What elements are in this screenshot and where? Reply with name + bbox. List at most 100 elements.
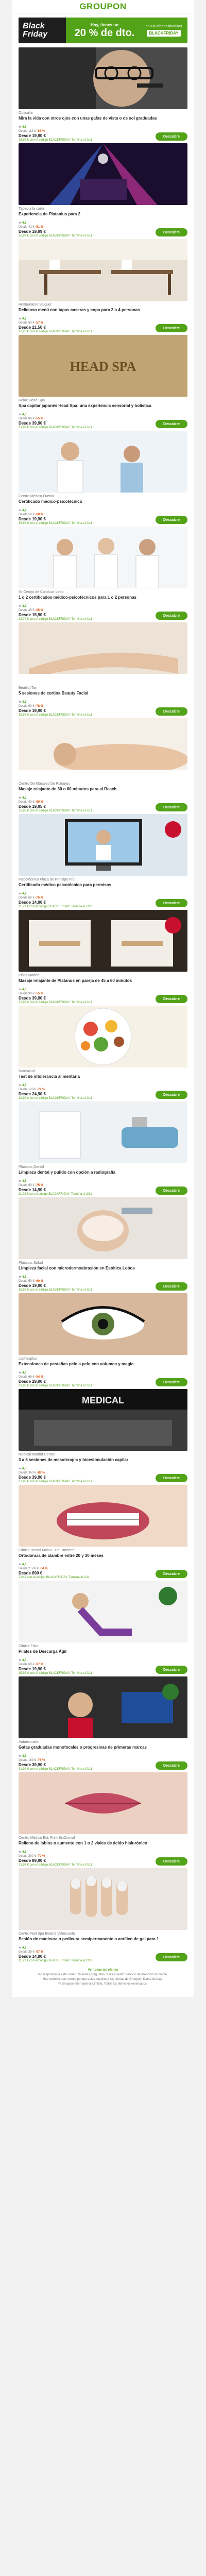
- deal-image[interactable]: [19, 527, 187, 588]
- deal-title[interactable]: Relleno de labios o aumento con 1 o 2 vi…: [19, 1841, 187, 1850]
- deal-title[interactable]: Pilates de Descarga Ágil: [19, 1649, 187, 1658]
- deal-card[interactable]: Mi Centro de Conducir Ledo 1 o 2 certifi…: [12, 527, 194, 622]
- deal-card[interactable]: Centro Nail Spa Beatriz Valenzuela Sesió…: [12, 1868, 194, 1964]
- deal-card[interactable]: Lashesplus Extensiones de pestañas pelo …: [12, 1293, 194, 1389]
- deal-title[interactable]: 1 o 2 certificados médico-psicotécnicos …: [19, 595, 187, 604]
- deal-image[interactable]: [19, 910, 187, 972]
- deal-title[interactable]: Certificado médico psicotécnico para per…: [19, 883, 187, 892]
- discover-button[interactable]: Descubre: [156, 420, 187, 428]
- deal-title[interactable]: Mira la vida con otros ojos con unas gaf…: [19, 116, 187, 125]
- discover-button[interactable]: Descubre: [156, 803, 187, 811]
- deal-title[interactable]: Limpieza dental y pulido con opción a ra…: [19, 1170, 187, 1179]
- deal-card[interactable]: Beatiful Tan 5 sesiones de cortina Beaut…: [12, 622, 194, 718]
- deal-card[interactable]: Platanus Dental Limpieza dental y pulido…: [12, 1101, 194, 1197]
- deal-bottom-row: ★ 4,5 Desde 60 € -75 % Desde 14,90 € 11,…: [19, 1179, 187, 1196]
- deal-image[interactable]: [19, 1006, 187, 1067]
- footer-unsubscribe-note[interactable]: Has recibido este correo porque estás su…: [19, 1977, 187, 1982]
- deal-image[interactable]: [19, 814, 187, 876]
- deal-title[interactable]: Ortodoncia de alambre entre 20 y 30 mese…: [19, 1553, 187, 1563]
- deal-rating-line: ★ 4,6: [19, 796, 27, 800]
- deal-card[interactable]: Tapeo a la carta Experiencia de Plataniu…: [12, 143, 194, 239]
- deal-image[interactable]: [19, 431, 187, 493]
- deal-title[interactable]: Delicioso menú con tapas caseras y copa …: [19, 308, 187, 317]
- deal-original-price: Desde 89 €: [19, 417, 35, 420]
- groupon-logo[interactable]: GROUPON: [79, 2, 126, 12]
- deal-rating: 4,6: [22, 701, 27, 704]
- deal-title[interactable]: 3 a 6 sesiones de mesoterapia y bioestim…: [19, 1458, 187, 1467]
- discover-button[interactable]: Descubre: [156, 228, 187, 236]
- deal-card[interactable]: Centro De Masajes De Platanus Masaje rel…: [12, 718, 194, 814]
- deal-card[interactable]: Centro Médico Fuenla Certificado médico-…: [12, 431, 194, 527]
- discover-button[interactable]: Descubre: [156, 1570, 187, 1578]
- footer-all-deals-link[interactable]: Ver todas las ofertas: [19, 1968, 187, 1973]
- deal-image[interactable]: [19, 47, 187, 109]
- deal-info: Nutrisalud Test de intolerancia alimenta…: [19, 1067, 187, 1101]
- deal-title[interactable]: Masaje relajante de 30 o 60 minutos para…: [19, 787, 187, 796]
- deal-title[interactable]: Certificado médico-psicotécnico: [19, 499, 187, 509]
- deal-image[interactable]: MEDICAL: [19, 1389, 187, 1451]
- discover-button[interactable]: Descubre: [156, 132, 187, 141]
- deal-title[interactable]: 5 sesiones de cortina Beauty Facial: [19, 691, 187, 700]
- deal-card[interactable]: Platanus Salud Limpieza facial con micro…: [12, 1197, 194, 1293]
- deal-info: Centro De Masajes De Platanus Masaje rel…: [19, 780, 187, 814]
- deal-image[interactable]: [19, 622, 187, 684]
- deal-card[interactable]: Restaurante Salguer Delicioso menú con t…: [12, 239, 194, 335]
- deal-image[interactable]: [19, 239, 187, 301]
- deal-original-price: Desde 90 €: [19, 992, 35, 995]
- deal-image[interactable]: [19, 143, 187, 205]
- deal-image[interactable]: [19, 1868, 187, 1930]
- deal-title[interactable]: Extensiones de pestañas pelo a pelo con …: [19, 1362, 187, 1371]
- deal-image[interactable]: [19, 1676, 187, 1738]
- discover-button[interactable]: Descubre: [156, 1378, 187, 1386]
- deal-image[interactable]: [19, 1581, 187, 1642]
- deal-card[interactable]: Opticalia Mira la vida con otros ojos co…: [12, 47, 194, 143]
- deal-image[interactable]: [19, 1772, 187, 1834]
- deal-card[interactable]: Clínica Fisio Pilates de Descarga Ágil ★…: [12, 1581, 194, 1676]
- deal-card[interactable]: Pisos Madrid Masaje relajante de Platanu…: [12, 910, 194, 1006]
- deal-title[interactable]: Limpieza facial con microdermoabrasión e…: [19, 1266, 187, 1275]
- deal-image[interactable]: [19, 1293, 187, 1355]
- discover-button[interactable]: Descubre: [156, 516, 187, 524]
- discover-button[interactable]: Descubre: [156, 612, 187, 620]
- deal-card[interactable]: Autoescuela Gafas graduadas monofocales …: [12, 1676, 194, 1772]
- discover-button[interactable]: Descubre: [156, 1091, 187, 1099]
- deal-code-price: 31,92 € con el código BLACKFRIDAY. Termi…: [19, 1480, 92, 1483]
- deal-card[interactable]: HEAD SPA Relax Head Spa Spa capilar japo…: [12, 335, 194, 431]
- deal-title[interactable]: Spa capilar japonés Head Spa: una experi…: [19, 403, 187, 413]
- deal-rating-line: ★ 4,3: [19, 1659, 27, 1662]
- black-friday-banner[interactable]: Black Friday Hoy, tienes un 20 % de dto.…: [19, 18, 187, 43]
- discover-button[interactable]: Descubre: [156, 1282, 187, 1291]
- discover-button[interactable]: Descubre: [156, 1187, 187, 1195]
- deal-card[interactable]: Clínica Dental Malau - Dr. Jiménez Ortod…: [12, 1485, 194, 1581]
- discover-button[interactable]: Descubre: [156, 1953, 187, 1961]
- discover-button[interactable]: Descubre: [156, 324, 187, 332]
- deal-original-line: Desde 50 € -57 %: [19, 321, 92, 325]
- deal-price-line: Desde 15,90 €: [19, 613, 92, 618]
- deal-image[interactable]: [19, 1485, 187, 1547]
- deal-title[interactable]: Sesión de manicura o pedicura semiperman…: [19, 1937, 187, 1946]
- deal-card[interactable]: MEDICAL Medical Madrid Center 3 a 6 sesi…: [12, 1389, 194, 1485]
- discover-button[interactable]: Descubre: [156, 899, 187, 907]
- deal-title[interactable]: Gafas graduadas monofocales o progresiva…: [19, 1745, 187, 1754]
- deal-card[interactable]: Nutrisalud Test de intolerancia alimenta…: [12, 1006, 194, 1101]
- deal-rating: 4,5: [22, 222, 27, 225]
- discover-button[interactable]: Descubre: [156, 1474, 187, 1482]
- discover-button[interactable]: Descubre: [156, 995, 187, 1003]
- discover-button[interactable]: Descubre: [156, 707, 187, 716]
- deal-title[interactable]: Masaje relajante de Platanus en pareja d…: [19, 978, 187, 988]
- discover-button[interactable]: Descubre: [156, 1761, 187, 1770]
- deal-card[interactable]: Centro Médico Est. Prim BioCrisval Relle…: [12, 1772, 194, 1868]
- deal-card[interactable]: Psicotécnico Plaza de Príncipe Pío Certi…: [12, 814, 194, 910]
- discover-button[interactable]: Descubre: [156, 1666, 187, 1674]
- deal-image[interactable]: [19, 1197, 187, 1259]
- deal-bottom-row: ★ 4,6 Desde 90 € -78 % Desde 19,90 € 15,…: [19, 700, 187, 717]
- deal-image[interactable]: HEAD SPA: [19, 335, 187, 397]
- deal-title[interactable]: Test de intolerancia alimentaria: [19, 1074, 187, 1083]
- deal-image[interactable]: [19, 718, 187, 780]
- deal-title[interactable]: Experiencia de Platanius para 2: [19, 212, 187, 221]
- deal-info: Centro Médico Fuenla Certificado médico-…: [19, 493, 187, 527]
- discover-button[interactable]: Descubre: [156, 1857, 187, 1866]
- deal-price-line: Desde 24,90 €: [19, 1092, 92, 1097]
- deal-bottom-row: ★ 4,5 Desde 169 € -76 % Desde 39,90 € 31…: [19, 1754, 187, 1771]
- deal-image[interactable]: [19, 1101, 187, 1163]
